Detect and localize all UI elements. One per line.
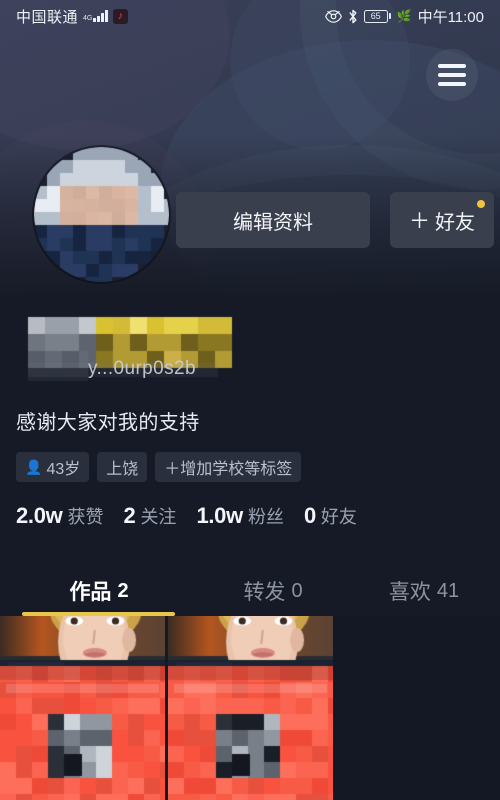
user-id-label: y...0urp0s2b <box>88 358 196 379</box>
tag-add-school-label: ＋增加学校等标签 <box>164 461 293 478</box>
battery-indicator: 65 <box>363 9 391 23</box>
tab-works-count: 2 <box>117 579 129 602</box>
network-signal-indicator: 4G <box>83 10 108 22</box>
stat-following[interactable]: 2 关注 <box>124 503 177 529</box>
tag-city-label: 上饶 <box>106 461 139 478</box>
phone-screen: 中国联通 4G ♪ 65 🌿 中午11:00 编辑资料 ＋ 好友 y...0ur… <box>0 0 500 800</box>
profile-actions: 编辑资料 ＋ 好友 <box>176 192 494 248</box>
stat-fans-label: 粉丝 <box>247 507 284 527</box>
add-friend-label: 好友 <box>435 211 475 234</box>
tab-works-label: 作品 <box>69 581 112 604</box>
bluetooth-icon <box>348 9 358 24</box>
person-icon: 👤 <box>25 459 43 475</box>
video-thumbnail-1[interactable] <box>0 616 165 800</box>
active-tab-indicator <box>22 612 175 616</box>
hamburger-menu-icon[interactable] <box>426 49 478 101</box>
stat-likes-label: 获赞 <box>67 507 104 527</box>
add-friend-button[interactable]: ＋ 好友 <box>390 192 494 248</box>
stat-following-value: 2 <box>123 503 136 528</box>
video-thumbnail-2[interactable] <box>168 616 333 800</box>
stat-fans[interactable]: 1.0w 粉丝 <box>196 503 284 529</box>
profile-tabs: 作品 2 转发 0 喜欢 41 <box>0 566 500 616</box>
tag-age[interactable]: 👤 43岁 <box>16 452 90 482</box>
stat-likes-value: 2.0w <box>16 503 63 528</box>
tab-likes-label: 喜欢 <box>388 581 431 604</box>
tab-reposts-count: 0 <box>291 579 303 602</box>
network-type-label: 4G <box>83 15 93 22</box>
tab-likes[interactable]: 喜欢 41 <box>348 566 500 616</box>
stat-likes[interactable]: 2.0w 获赞 <box>16 503 104 529</box>
status-bar-right: 65 🌿 中午11:00 <box>324 6 484 27</box>
profile-tags: 👤 43岁 上饶 ＋增加学校等标签 <box>16 452 302 482</box>
signal-bars-icon <box>93 10 108 22</box>
stat-fans-value: 1.0w <box>196 503 243 528</box>
plus-icon: ＋ <box>409 210 430 233</box>
eye-care-icon <box>324 9 342 23</box>
stat-following-label: 关注 <box>140 507 177 527</box>
status-bar-left: 中国联通 4G ♪ <box>16 6 128 27</box>
video-grid-empty-slot <box>333 616 500 800</box>
stat-friends[interactable]: 0 好友 <box>304 503 357 529</box>
edit-profile-label: 编辑资料 <box>233 211 313 234</box>
avatar[interactable] <box>34 147 169 282</box>
profile-stats: 2.0w 获赞 2 关注 1.0w 粉丝 0 好友 <box>16 503 357 529</box>
video-grid <box>0 616 500 800</box>
bio-text: 感谢大家对我的支持 <box>16 412 200 434</box>
leaf-icon: 🌿 <box>396 9 412 23</box>
tiktok-note-icon: ♪ <box>112 8 128 24</box>
tag-add-school[interactable]: ＋增加学校等标签 <box>155 452 302 482</box>
status-bar: 中国联通 4G ♪ 65 🌿 中午11:00 <box>0 0 500 32</box>
tag-city[interactable]: 上饶 <box>97 452 148 482</box>
tag-age-label: 43岁 <box>46 461 81 478</box>
tab-reposts-label: 转发 <box>243 581 286 604</box>
stat-friends-label: 好友 <box>320 507 357 527</box>
carrier-label: 中国联通 <box>16 8 79 26</box>
tab-works[interactable]: 作品 2 <box>0 566 198 616</box>
notification-dot-badge <box>477 200 485 208</box>
tab-reposts[interactable]: 转发 0 <box>198 566 348 616</box>
stat-friends-value: 0 <box>303 503 316 528</box>
tab-likes-count: 41 <box>436 579 460 602</box>
edit-profile-button[interactable]: 编辑资料 <box>176 192 370 248</box>
clock-label: 中午11:00 <box>417 8 484 26</box>
battery-cap <box>388 13 391 19</box>
avatar-image <box>34 147 169 282</box>
battery-level-label: 65 <box>363 9 388 23</box>
